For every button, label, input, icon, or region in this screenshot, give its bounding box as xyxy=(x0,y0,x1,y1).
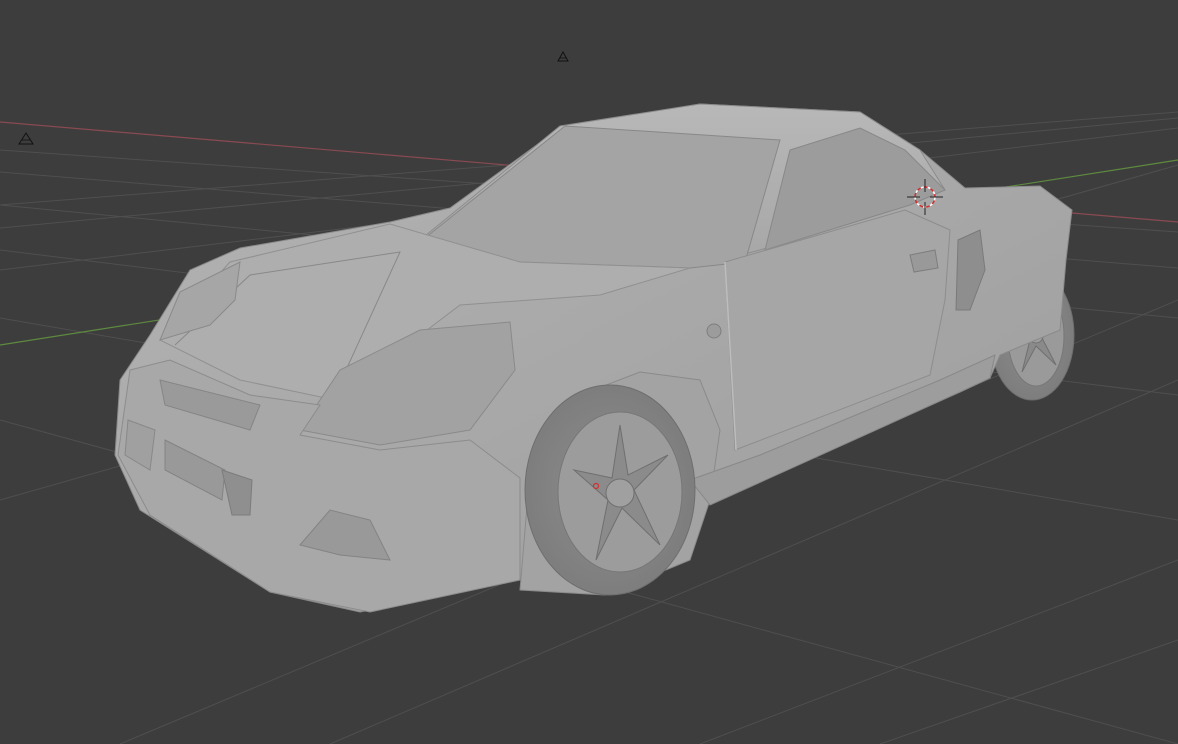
camera-icon[interactable] xyxy=(18,132,34,145)
front-wheel[interactable] xyxy=(524,384,696,596)
car-body-mesh[interactable] xyxy=(114,103,1075,613)
viewport-canvas[interactable] xyxy=(0,0,1178,744)
light-icon[interactable] xyxy=(557,50,569,62)
3d-viewport[interactable] xyxy=(0,0,1178,744)
